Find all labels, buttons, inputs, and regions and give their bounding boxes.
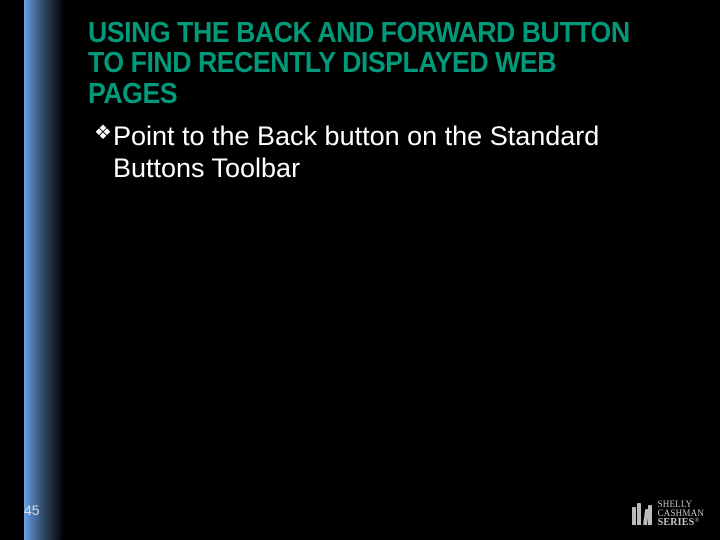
books-icon: [632, 503, 652, 525]
content-area: USING THE BACK AND FORWARD BUTTON TO FIN…: [88, 18, 700, 185]
bullet-text: Point to the Back button on the Standard…: [113, 121, 700, 185]
brand-text: SHELLY CASHMAN SERIES®: [658, 500, 704, 528]
diamond-bullet-icon: ❖: [94, 121, 112, 146]
slide-number: 45: [24, 502, 40, 518]
brand-logo: SHELLY CASHMAN SERIES®: [632, 500, 704, 528]
book-spine-icon: [632, 507, 636, 525]
brand-line3: SERIES: [658, 517, 695, 528]
book-spine-icon: [637, 503, 641, 525]
trademark-icon: ®: [694, 518, 699, 524]
bullet-item: ❖ Point to the Back button on the Standa…: [94, 121, 700, 185]
side-gradient: [24, 0, 64, 540]
slide-title: USING THE BACK AND FORWARD BUTTON TO FIN…: [88, 18, 651, 109]
